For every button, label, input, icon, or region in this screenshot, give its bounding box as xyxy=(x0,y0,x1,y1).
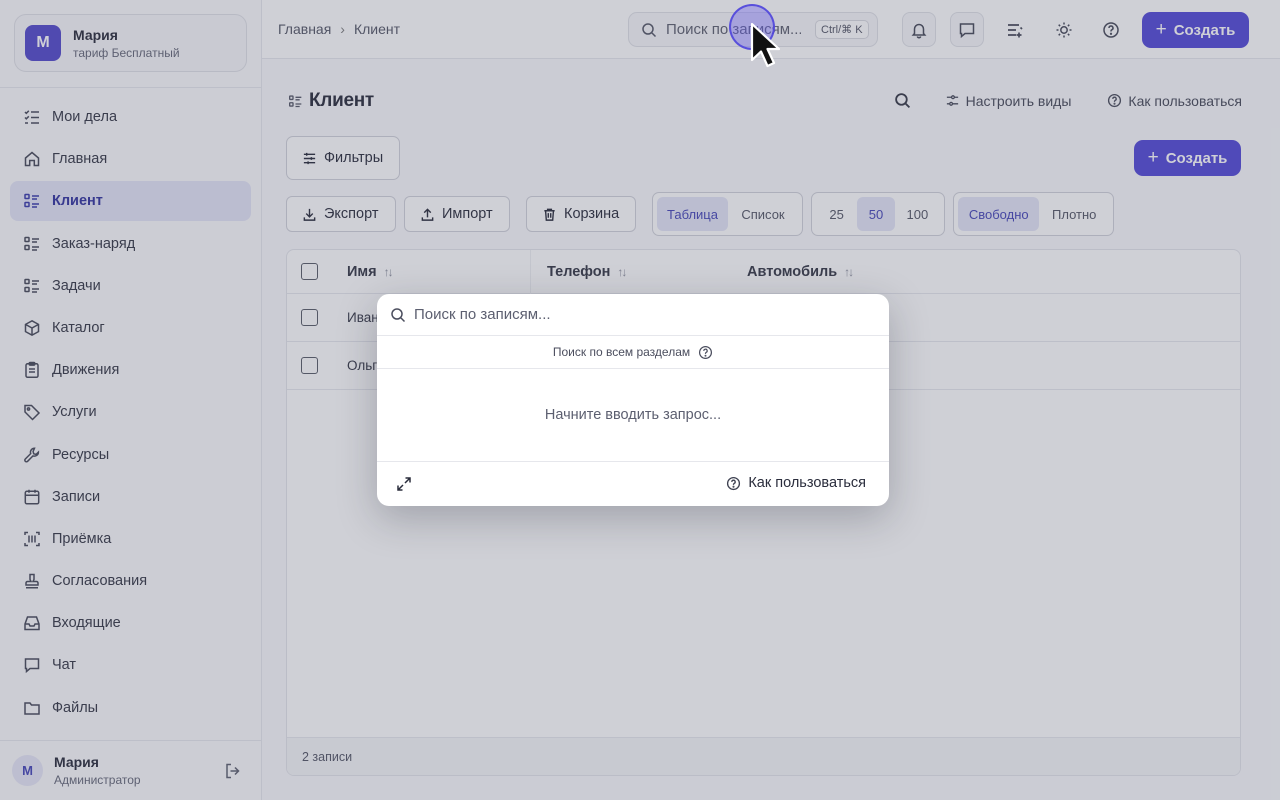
empty-state-text: Начните вводить запрос... xyxy=(544,407,722,423)
modal-search-input[interactable]: Поиск по записям... xyxy=(414,306,551,323)
help-circle-icon[interactable] xyxy=(698,345,713,360)
expand-icon[interactable] xyxy=(396,476,412,492)
modal-how-to-use-label: Как пользоваться xyxy=(748,475,866,491)
search-icon xyxy=(391,307,406,322)
modal-search-field[interactable]: Поиск по записям... xyxy=(377,294,889,336)
search-empty-state: Начните вводить запрос... xyxy=(377,369,889,462)
help-circle-icon xyxy=(727,476,741,490)
modal-footer: Как пользоваться xyxy=(377,462,889,506)
modal-how-to-use-link[interactable]: Как пользоваться xyxy=(726,475,866,491)
search-scope: Поиск по всем разделам xyxy=(377,336,889,369)
search-modal: Поиск по записям... Поиск по всем раздел… xyxy=(377,294,889,506)
mouse-cursor-icon xyxy=(750,22,780,68)
search-scope-label: Поиск по всем разделам xyxy=(552,345,691,359)
